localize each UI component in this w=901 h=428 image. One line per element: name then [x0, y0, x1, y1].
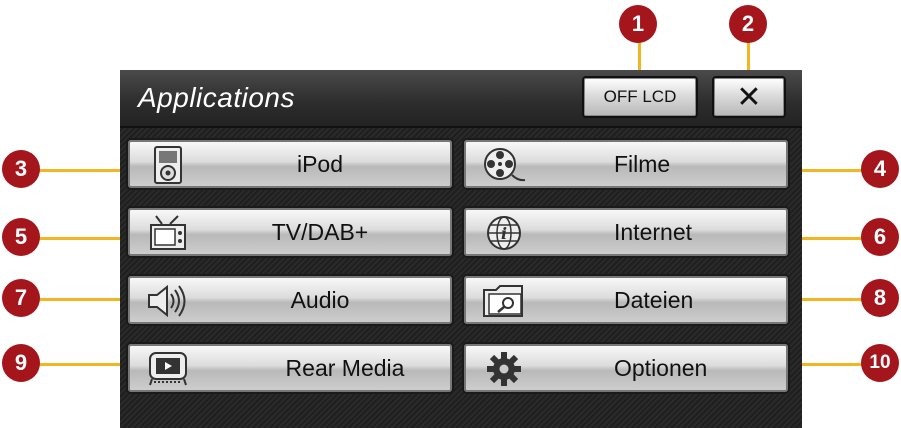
off-lcd-button[interactable]: OFF LCD [582, 76, 698, 118]
app-button-tv-dab[interactable]: TV/DAB+ [126, 206, 454, 258]
film-reel-icon [482, 146, 526, 184]
gear-icon [482, 350, 526, 388]
callout-badge-8: 8 [861, 279, 899, 317]
ipod-icon [146, 146, 190, 184]
app-label-filme: Filme [614, 150, 671, 177]
app-button-filme[interactable]: Filme [462, 138, 790, 190]
app-label-optionen: Optionen [614, 354, 708, 381]
app-label-ipod: iPod [296, 150, 344, 177]
callout-badge-1: 1 [619, 5, 657, 43]
callout-badge-2: 2 [729, 5, 767, 43]
callout-badge-5: 5 [2, 218, 40, 256]
callout-badge-3: 3 [2, 150, 40, 188]
applications-screen: Applications OFF LCD ✕ iPod Filme TV/DAB… [120, 70, 802, 428]
speaker-icon [146, 282, 190, 320]
callout-badge-6: 6 [861, 218, 899, 256]
app-button-audio[interactable]: Audio [126, 274, 454, 326]
app-button-ipod[interactable]: iPod [126, 138, 454, 190]
svg-text:i: i [501, 224, 507, 243]
close-button[interactable]: ✕ [712, 76, 786, 118]
app-button-rear-media[interactable]: Rear Media [126, 342, 454, 394]
app-label-internet: Internet [614, 218, 692, 245]
close-icon: ✕ [736, 80, 762, 114]
callout-badge-7: 7 [2, 279, 40, 317]
app-label-audio: Audio [290, 286, 350, 313]
tv-icon [146, 214, 190, 252]
page-title: Applications [138, 82, 295, 113]
folder-icon [482, 282, 526, 320]
app-button-internet[interactable]: i Internet [462, 206, 790, 258]
app-button-dateien[interactable]: Dateien [462, 274, 790, 326]
app-label-tv-dab: TV/DAB+ [271, 218, 369, 245]
app-button-optionen[interactable]: Optionen [462, 342, 790, 394]
rear-monitor-icon [146, 350, 190, 388]
globe-icon: i [482, 214, 526, 252]
callout-badge-9: 9 [2, 344, 40, 382]
callout-badge-10: 10 [861, 344, 899, 382]
app-label-rear-media: Rear Media [285, 354, 405, 381]
title-bar: Applications OFF LCD ✕ [120, 70, 802, 128]
app-label-dateien: Dateien [614, 286, 694, 313]
callout-badge-4: 4 [861, 150, 899, 188]
